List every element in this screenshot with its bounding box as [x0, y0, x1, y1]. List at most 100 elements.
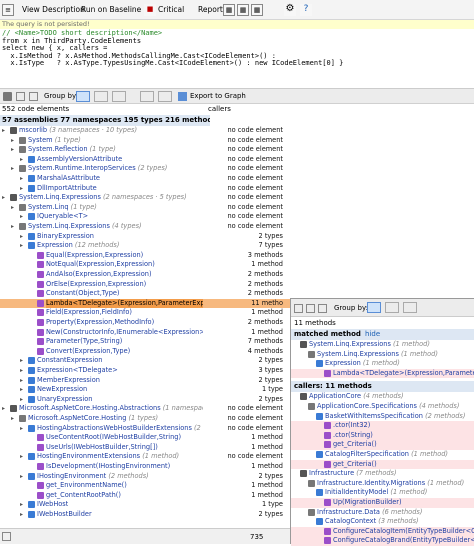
- list-item[interactable]: get_Criteria(): [291, 459, 474, 470]
- filter-icon[interactable]: [29, 92, 38, 101]
- group-by-namespace-icon[interactable]: [403, 302, 417, 313]
- callers-cell[interactable]: 2 types: [205, 232, 285, 242]
- list-item[interactable]: InitialIdentityModel (1 method): [291, 488, 474, 498]
- table-row[interactable]: New(ConstructorInfo,IEnumerable<Expressi…: [0, 328, 290, 338]
- list-item[interactable]: .ctor(String): [291, 430, 474, 441]
- table-row[interactable]: get_ContentRootPath() 1 method: [0, 491, 290, 501]
- table-row[interactable]: Field(Expression,FieldInfo) 1 method: [0, 308, 290, 318]
- copy-icon[interactable]: [306, 304, 315, 313]
- critical-button[interactable]: Critical: [155, 3, 187, 17]
- list-item[interactable]: Infrastructure (7 methods): [291, 469, 474, 479]
- callers-cell[interactable]: 7 methods: [205, 337, 285, 347]
- table-row[interactable]: ▸ HostingEnvironmentExtensions (1 method)…: [0, 452, 290, 462]
- refresh-icon[interactable]: [3, 92, 12, 101]
- table-row[interactable]: ▸ DllImportAttribute no code element: [0, 184, 290, 194]
- callers-cell[interactable]: no code element: [205, 404, 285, 414]
- callers-cell[interactable]: 1 method: [205, 433, 285, 443]
- table-row[interactable]: ▸ IWebHost 1 type: [0, 500, 290, 510]
- result-tree[interactable]: ▸ mscorlib (3 namespaces · 10 types) no co…: [0, 126, 290, 528]
- help-icon[interactable]: ?: [300, 4, 312, 16]
- callers-cell[interactable]: 2 methods: [205, 318, 285, 328]
- table-row[interactable]: IsDevelopment(IHostingEnvironment) 1 meth…: [0, 462, 290, 472]
- report-html-icon[interactable]: ▦: [223, 4, 235, 16]
- callers-cell[interactable]: 2 methods: [205, 270, 285, 280]
- expand-arrow-icon[interactable]: ▸: [11, 145, 14, 155]
- callers-cell[interactable]: no code element: [205, 414, 285, 424]
- table-row[interactable]: Convert(Expression,Type) 4 methods: [0, 347, 290, 357]
- table-row[interactable]: get_EnvironmentName() 1 method: [0, 481, 290, 491]
- table-row[interactable]: ▸ IHostingEnvironment (2 methods) 2 types: [0, 472, 290, 482]
- callers-cell[interactable]: no code element: [205, 184, 285, 194]
- callers-cell[interactable]: no code element: [205, 203, 285, 213]
- table-row[interactable]: UseContentRoot(IWebHostBuilder,String) 1 …: [0, 433, 290, 443]
- expand-arrow-icon[interactable]: ▸: [20, 212, 23, 222]
- gear-icon[interactable]: ⚙: [284, 4, 296, 16]
- callers-cell[interactable]: no code element: [205, 126, 285, 136]
- table-row[interactable]: ▸ ConstantExpression 2 types: [0, 356, 290, 366]
- callers-cell[interactable]: 2 types: [205, 356, 285, 366]
- group-by-tree-icon[interactable]: [367, 302, 381, 313]
- table-row[interactable]: ▸ System (1 type) no code element: [0, 136, 290, 146]
- callers-cell[interactable]: 1 type: [205, 500, 285, 510]
- callers-cell[interactable]: no code element: [205, 136, 285, 146]
- scroll-handle[interactable]: [2, 532, 11, 541]
- list-item[interactable]: Up(MigrationBuilder): [291, 497, 474, 508]
- callers-cell[interactable]: 2 types: [205, 472, 285, 482]
- list-item[interactable]: Expression (1 method): [291, 359, 474, 369]
- list-item[interactable]: BasketWithItemsSpecification (2 methods): [291, 412, 474, 422]
- callers-cell[interactable]: 1 type: [205, 385, 285, 395]
- expand-arrow-icon[interactable]: ▸: [20, 395, 23, 405]
- export-to-graph-button[interactable]: Export to Graph: [190, 90, 246, 103]
- table-row[interactable]: ▸ AssemblyVersionAttribute no code element: [0, 155, 290, 165]
- table-row[interactable]: Lambda<TDelegate>(Expression,ParameterEx…: [0, 298, 290, 309]
- callers-cell[interactable]: 2 methods: [205, 289, 285, 299]
- expand-arrow-icon[interactable]: ▸: [20, 510, 23, 520]
- callers-cell[interactable]: no code element: [205, 424, 285, 434]
- callers-cell[interactable]: no code element: [205, 212, 285, 222]
- query-editor[interactable]: // <Name>TODO short description</Name> f…: [0, 29, 474, 89]
- expand-arrow-icon[interactable]: ▸: [20, 385, 23, 395]
- expand-arrow-icon[interactable]: ▸: [20, 155, 23, 165]
- table-row[interactable]: AndAlso(Expression,Expression) 2 methods: [0, 270, 290, 280]
- table-row[interactable]: ▸ System.Linq.Expressions (4 types) no cod…: [0, 222, 290, 232]
- table-row[interactable]: Property(Expression,MethodInfo) 2 methods: [0, 318, 290, 328]
- list-item[interactable]: CatalogContext (3 methods): [291, 517, 474, 527]
- table-row[interactable]: Equal(Expression,Expression) 3 methods: [0, 251, 290, 261]
- expand-arrow-icon[interactable]: ▸: [11, 203, 14, 213]
- list-item[interactable]: ApplicationCore (4 methods): [291, 392, 474, 402]
- table-row[interactable]: ▸ UnaryExpression 2 types: [0, 395, 290, 405]
- list-item[interactable]: ApplicationCore.Specifications (4 method…: [291, 402, 474, 412]
- hide-link[interactable]: hide: [365, 329, 380, 340]
- group-by-list-icon[interactable]: [385, 302, 399, 313]
- callers-cell[interactable]: 2 types: [205, 376, 285, 386]
- table-row[interactable]: ▸ Microsoft.AspNetCore.Hosting.Abstractio…: [0, 404, 290, 414]
- table-row[interactable]: ▸ IWebHostBuilder 2 types: [0, 510, 290, 520]
- expand-arrow-icon[interactable]: ▸: [11, 414, 14, 424]
- callers-cell[interactable]: 2 methods: [205, 280, 285, 290]
- pin-icon[interactable]: [294, 304, 303, 313]
- table-row[interactable]: UseUrls(IWebHostBuilder,String[]) 1 metho…: [0, 443, 290, 453]
- table-row[interactable]: ▸ IQueryable<T> no code element: [0, 212, 290, 222]
- callers-cell[interactable]: no code element: [205, 193, 285, 203]
- callers-cell[interactable]: 2 types: [205, 395, 285, 405]
- table-row[interactable]: ▸ mscorlib (3 namespaces · 10 types) no co…: [0, 126, 290, 136]
- expand-arrow-icon[interactable]: ▸: [20, 174, 23, 184]
- callers-cell[interactable]: no code element: [205, 164, 285, 174]
- list-item[interactable]: Infrastructure.Identity.Migrations (1 me…: [291, 479, 474, 489]
- list-item[interactable]: Infrastructure.Data (6 methods): [291, 508, 474, 518]
- table-row[interactable]: ▸ Expression (12 methods) 7 types: [0, 241, 290, 251]
- expand-arrow-icon[interactable]: ▸: [11, 164, 14, 174]
- callers-cell[interactable]: 1 method: [205, 481, 285, 491]
- callers-cell[interactable]: no code element: [205, 145, 285, 155]
- table-row[interactable]: ▸ System.Linq (1 type) no code element: [0, 203, 290, 213]
- report-xml-icon[interactable]: ▦: [237, 4, 249, 16]
- copy-icon[interactable]: [16, 92, 25, 101]
- expand-arrow-icon[interactable]: ▸: [2, 404, 5, 414]
- list-item[interactable]: System.Linq.Expressions (1 method): [291, 350, 474, 360]
- report-csv-icon[interactable]: ▦: [251, 4, 263, 16]
- expand-arrow-icon[interactable]: ▸: [20, 241, 23, 251]
- callers-cell[interactable]: 1 method: [205, 443, 285, 453]
- table-row[interactable]: ▸ MemberExpression 2 types: [0, 376, 290, 386]
- callers-cell[interactable]: no code element: [205, 174, 285, 184]
- expand-arrow-icon[interactable]: ▸: [20, 376, 23, 386]
